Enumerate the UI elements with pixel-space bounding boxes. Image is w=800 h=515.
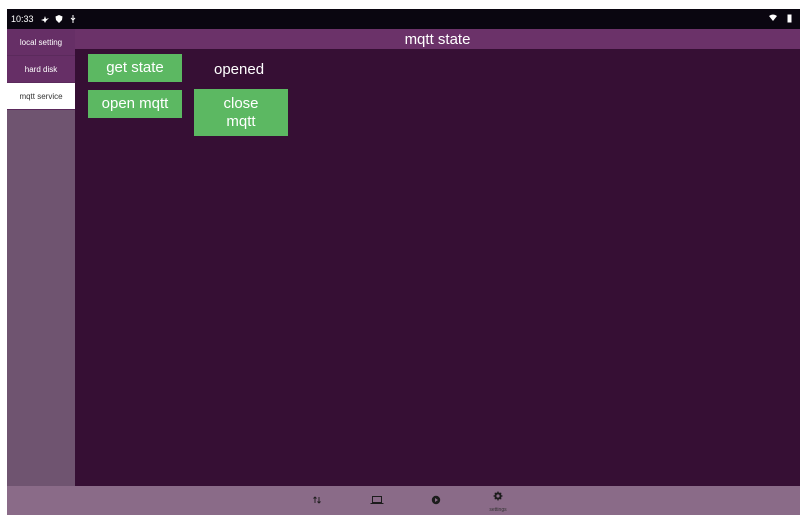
bird-icon — [40, 14, 50, 24]
usb-icon — [68, 14, 78, 24]
nav-settings[interactable]: settings — [483, 486, 513, 515]
get-state-button[interactable]: get state — [88, 54, 182, 82]
sidebar-item-label: local setting — [19, 37, 63, 47]
sidebar-item-label: mqtt service — [19, 91, 63, 101]
close-mqtt-button[interactable]: close mqtt — [194, 89, 288, 136]
sidebar: local setting hard disk mqtt service — [7, 29, 75, 486]
page-title: mqtt state — [404, 30, 471, 48]
circle-play-icon — [431, 492, 441, 510]
laptop-icon — [370, 492, 384, 510]
sidebar-item-local-setting[interactable]: local setting — [7, 29, 75, 56]
nav-sort[interactable] — [310, 486, 324, 515]
main-content: get state opened open mqtt close mqtt — [75, 49, 800, 486]
shield-icon — [54, 14, 64, 24]
sort-arrows-icon — [312, 492, 322, 510]
battery-icon — [784, 13, 794, 23]
status-time: 10:33 — [11, 14, 34, 24]
page-title-bar: mqtt state — [75, 29, 800, 49]
app-window: 10:33 local setting hard disk mqtt servi… — [7, 9, 800, 515]
mqtt-state-value: opened — [214, 61, 265, 78]
sidebar-item-label: hard disk — [24, 64, 58, 74]
sidebar-item-mqtt-service[interactable]: mqtt service — [7, 83, 75, 110]
wifi-icon — [768, 13, 778, 23]
nav-laptop[interactable] — [369, 486, 385, 515]
sidebar-item-hard-disk[interactable]: hard disk — [7, 56, 75, 83]
status-right-icons — [768, 13, 798, 23]
gear-icon — [493, 488, 503, 506]
settings-label: settings — [489, 507, 507, 513]
open-mqtt-button[interactable]: open mqtt — [88, 90, 182, 118]
nav-circle[interactable] — [430, 486, 442, 515]
status-bar: 10:33 — [7, 9, 800, 29]
bottom-nav: settings — [7, 486, 800, 515]
